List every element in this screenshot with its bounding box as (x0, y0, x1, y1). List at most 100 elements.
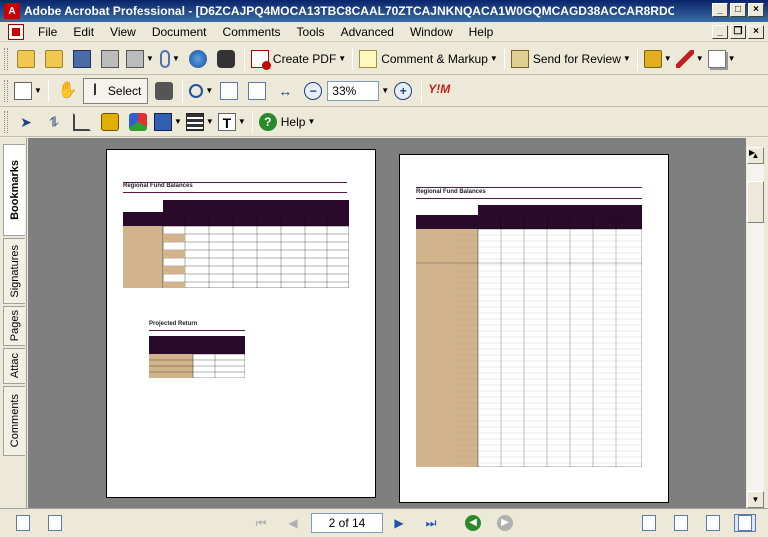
last-page-button[interactable]: ⏭ (422, 514, 440, 532)
single-page-button[interactable] (640, 514, 658, 532)
arrow-icon: ➤ (20, 113, 32, 130)
menu-document[interactable]: Document (144, 25, 215, 39)
doc-restore-button[interactable]: ❐ (730, 25, 746, 39)
attach-button[interactable]: ▼ (158, 47, 182, 71)
zoom-dropdown-icon[interactable]: ▼ (381, 86, 389, 95)
continuous-facing-button[interactable] (734, 514, 756, 532)
sign-button[interactable]: ▼ (675, 47, 704, 71)
help-button[interactable]: ? Help ▼ (258, 110, 315, 134)
menu-comments[interactable]: Comments (215, 25, 289, 39)
movie-tool-button[interactable]: ▼ (185, 110, 214, 134)
forms-button[interactable]: ▼ (707, 47, 736, 71)
next-page-button[interactable]: ▶ (390, 514, 408, 532)
pdf-page-right[interactable]: Regional Fund Balances (399, 154, 669, 503)
advanced-editing-toolbar: ➤ ⥮ ▼ ▼ T ▼ ? Help ▼ (0, 107, 768, 137)
navigation-panel: Bookmarks Signatures Pages Attac Comment… (0, 138, 27, 508)
send-for-review-button[interactable]: Send for Review ▼ (510, 47, 631, 71)
camera-icon (155, 81, 174, 100)
continuous-button[interactable] (672, 514, 690, 532)
scroll-down-button[interactable]: ▼ (747, 491, 764, 508)
object-select-button[interactable]: ➤ (14, 110, 38, 134)
tab-attachments[interactable]: Attac (3, 348, 25, 384)
save-button[interactable] (70, 47, 94, 71)
toolbar-grip[interactable] (4, 79, 8, 102)
menu-view[interactable]: View (102, 25, 144, 39)
document-menu-icon[interactable] (8, 23, 24, 40)
page-number-field[interactable]: 2 of 14 (311, 513, 383, 533)
toolbar-grip[interactable] (4, 110, 8, 133)
organizer-button[interactable] (42, 47, 66, 71)
menu-advanced[interactable]: Advanced (333, 25, 402, 39)
search-button[interactable] (214, 47, 238, 71)
facing-icon (706, 515, 720, 531)
minimize-button[interactable]: _ (712, 3, 728, 17)
tasks-button[interactable]: ▼ (126, 47, 154, 71)
title-rule (123, 182, 347, 183)
fit-width-button[interactable]: ↔ (273, 79, 297, 103)
menu-file[interactable]: File (30, 25, 65, 39)
doc-close-button[interactable]: × (748, 25, 764, 39)
hand-tool-button[interactable]: ✋ (55, 79, 79, 103)
3d-icon (129, 112, 147, 131)
page-size-button[interactable] (46, 514, 64, 532)
print-icon (101, 49, 119, 68)
folder-icon (17, 49, 35, 68)
next-page-arrow-icon[interactable]: ▶ (749, 148, 755, 157)
shape-tool-button[interactable]: ▼ (154, 110, 182, 134)
new-document-button[interactable]: ▼ (14, 79, 42, 103)
toolbar-grip[interactable] (4, 47, 8, 70)
doc-minimize-button[interactable]: _ (712, 25, 728, 39)
comment-markup-button[interactable]: Comment & Markup ▼ (359, 47, 498, 71)
vertical-scrollbar[interactable]: ▲ ▼ (747, 147, 764, 508)
snapshot-button[interactable] (152, 79, 176, 103)
title-rule (416, 198, 642, 199)
scroll-thumb[interactable] (747, 181, 764, 223)
tab-bookmarks[interactable]: Bookmarks (3, 144, 25, 236)
link-button[interactable] (98, 110, 122, 134)
facing-button[interactable] (704, 514, 722, 532)
status-bar: ⏮ ◀ 2 of 14 ▶ ⏭ ◀ ▶ (0, 508, 768, 537)
ym-logo-icon: Y!M (428, 81, 451, 96)
next-view-button[interactable]: ▶ (496, 514, 514, 532)
menu-help[interactable]: Help (461, 25, 502, 39)
zoom-out-button[interactable]: − (301, 79, 325, 103)
menu-window[interactable]: Window (402, 25, 461, 39)
continuous-facing-icon (738, 515, 752, 531)
email-button[interactable] (186, 47, 210, 71)
acrobat-app-icon[interactable]: A (4, 3, 20, 19)
touchup-button[interactable]: ⥮ (42, 110, 66, 134)
menu-tools[interactable]: Tools (289, 25, 333, 39)
send-for-review-label: Send for Review (532, 51, 621, 66)
menu-edit[interactable]: Edit (65, 25, 102, 39)
link-icon (101, 112, 119, 131)
tab-pages[interactable]: Pages (3, 306, 25, 346)
document-view[interactable]: Regional Fund Balances Projected Return (28, 138, 746, 508)
zoom-in-button[interactable]: + (391, 79, 415, 103)
print-button[interactable] (98, 47, 122, 71)
maximize-button[interactable]: □ (730, 3, 746, 17)
tab-signatures[interactable]: Signatures (3, 238, 25, 304)
secure-button[interactable]: ▼ (643, 47, 672, 71)
first-page-button[interactable]: ⏮ (252, 514, 270, 532)
select-tool-button[interactable]: Ⅰ Select (82, 77, 149, 104)
previous-page-button[interactable]: ◀ (284, 514, 302, 532)
previous-view-button[interactable]: ◀ (464, 514, 482, 532)
create-pdf-button[interactable]: Create PDF ▼ (250, 47, 346, 71)
email-globe-icon (188, 49, 207, 68)
3d-tool-button[interactable] (126, 110, 150, 134)
hand-icon: ✋ (57, 81, 78, 99)
yahoo-toolbar-button[interactable]: Y!M (428, 79, 458, 103)
pdf-page-left[interactable]: Regional Fund Balances Projected Return (106, 149, 376, 498)
crop-button[interactable] (70, 110, 94, 134)
tab-comments[interactable]: Comments (3, 386, 25, 456)
view-options-button[interactable] (14, 514, 32, 532)
text-field-button[interactable]: T ▼ (217, 110, 246, 134)
touchup-icon: ⥮ (48, 113, 60, 130)
actual-size-button[interactable] (217, 79, 241, 103)
fit-page-button[interactable] (245, 79, 269, 103)
close-button[interactable]: × (748, 3, 764, 17)
open-button[interactable] (14, 47, 38, 71)
help-icon: ? (258, 112, 277, 131)
zoom-tool-button[interactable]: ▼ (189, 79, 213, 103)
zoom-level-input[interactable]: 33% (327, 80, 380, 101)
